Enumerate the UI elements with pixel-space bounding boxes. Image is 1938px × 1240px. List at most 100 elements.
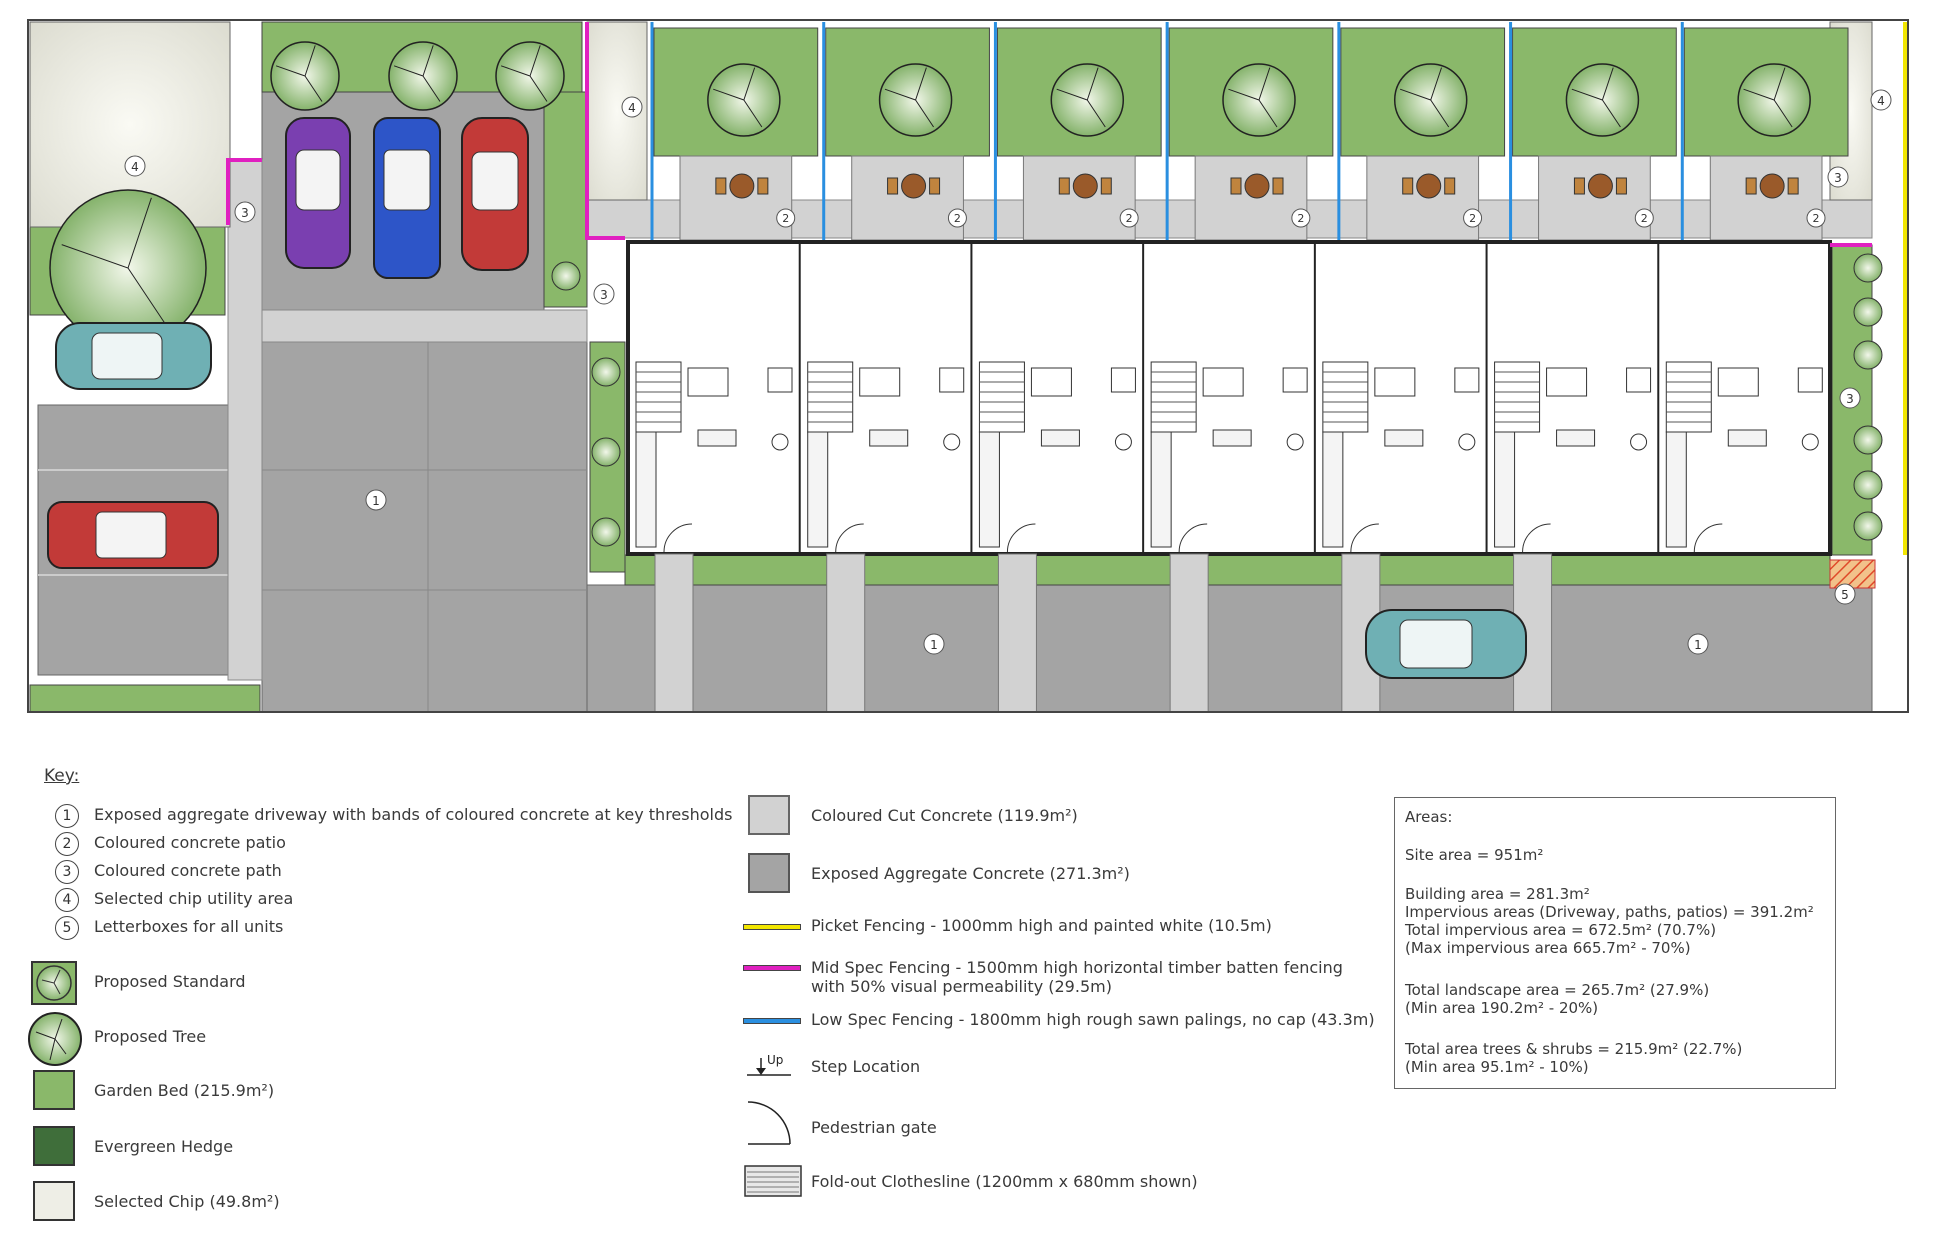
bathroom-fixture [1717, 367, 1759, 397]
key-clothesline: Fold-out Clothesline (1200mm x 680mm sho… [811, 1172, 1198, 1191]
proposed-standard-icon [591, 437, 621, 467]
patio-table-icon [1244, 173, 1270, 199]
proposed-standard-icon [551, 261, 581, 291]
key-number-4: 4 [55, 888, 79, 912]
kitchen-bench [807, 431, 829, 548]
key-item-1: Exposed aggregate driveway with bands of… [94, 805, 733, 824]
car-red-left [47, 501, 219, 569]
svg-text:1: 1 [1694, 638, 1702, 652]
proposed-tree-icon [1222, 63, 1296, 137]
picket-fence-line [743, 924, 801, 930]
svg-text:2: 2 [1126, 212, 1133, 225]
laundry-icon [767, 367, 793, 393]
plan-label-letterbox: 5 [1834, 583, 1856, 605]
min-trees-shrubs-area: (Min area 95.1m² - 10%) [1405, 1058, 1589, 1076]
low-spec-fence-line [743, 1018, 801, 1024]
bathroom-fixture [1030, 367, 1072, 397]
svg-text:2: 2 [1297, 212, 1304, 225]
plan-label-path: 3 [593, 283, 615, 305]
step-location-icon: Up [747, 1053, 791, 1076]
plan-label-patio: 2 [776, 208, 796, 228]
proposed-tree-icon [707, 63, 781, 137]
front-walkway [1169, 553, 1209, 713]
key-cut-concrete: Coloured Cut Concrete (119.9m²) [811, 806, 1078, 825]
garden-bed-swatch [33, 1070, 75, 1110]
patio-slab [1194, 155, 1308, 241]
key-garden-bed: Garden Bed (215.9m²) [94, 1081, 275, 1100]
kitchen-island [1040, 429, 1080, 447]
washer-icon [1286, 433, 1304, 451]
washer-icon [943, 433, 961, 451]
washer-icon [1458, 433, 1476, 451]
car-purple [285, 117, 351, 269]
proposed-standard-icon [1853, 253, 1883, 283]
plan-label-patio: 2 [1291, 208, 1311, 228]
svg-text:3: 3 [1846, 392, 1854, 406]
svg-text:1: 1 [372, 494, 380, 508]
washer-icon [1630, 433, 1648, 451]
evergreen-hedge-swatch [33, 1126, 75, 1166]
plan-label-patio: 2 [1119, 208, 1139, 228]
proposed-standard-icon [1853, 297, 1883, 327]
kitchen-bench [635, 431, 657, 548]
kitchen-bench [1150, 431, 1172, 548]
patio-chair-icon [1058, 177, 1070, 195]
proposed-standard-icon [1853, 470, 1883, 500]
key-mid-spec-fencing-line2: with 50% visual permeability (29.5m) [811, 977, 1112, 996]
key-number-2: 2 [55, 832, 79, 856]
svg-text:1: 1 [930, 638, 938, 652]
laundry-icon [939, 367, 965, 393]
plan-label-patio: 2 [947, 208, 967, 228]
svg-text:4: 4 [628, 101, 636, 115]
proposed-tree-icon [1393, 63, 1468, 137]
laundry-icon [1282, 367, 1308, 393]
kitchen-island [1384, 429, 1424, 447]
bathroom-fixture [1202, 367, 1244, 397]
proposed-tree-icon [388, 41, 458, 111]
kitchen-island [1727, 429, 1767, 447]
washer-icon [771, 433, 789, 451]
mid-spec-fence-line [743, 965, 801, 971]
patio-slab [1366, 155, 1480, 241]
path-vertical-left [227, 159, 263, 681]
laundry-icon [1797, 367, 1823, 393]
svg-text:3: 3 [241, 206, 249, 220]
kitchen-island [697, 429, 737, 447]
patio-chair-icon [1615, 177, 1627, 195]
plan-label-path: 3 [234, 201, 256, 223]
plan-label-path: 3 [1827, 166, 1849, 188]
car-teal-left [55, 322, 212, 390]
patio-chair-icon [1745, 177, 1757, 195]
car-blue [373, 117, 441, 279]
patio-chair-icon [929, 177, 941, 195]
patio-chair-icon [1402, 177, 1414, 195]
car-red-carport [461, 117, 529, 271]
key-number-5: 5 [55, 916, 79, 940]
plan-label-patio: 2 [1463, 208, 1483, 228]
proposed-tree-icon [1737, 63, 1811, 137]
plan-label-chip: 4 [124, 155, 146, 177]
patio-table-icon [1587, 173, 1613, 199]
patio-slab [1022, 155, 1136, 241]
laundry-icon [1110, 367, 1136, 393]
clothesline-icon [744, 1165, 802, 1197]
kitchen-bench [1665, 431, 1687, 548]
key-item-5: Letterboxes for all units [94, 917, 284, 936]
patio-slab [679, 155, 793, 241]
site-area: Site area = 951m² [1405, 846, 1544, 864]
bathroom-fixture [1374, 367, 1416, 397]
plan-label-driveway: 1 [923, 633, 945, 655]
path-horizontal [261, 309, 588, 343]
patio-chair-icon [1100, 177, 1112, 195]
proposed-tree-icon [1050, 63, 1125, 137]
patio-table-icon [1416, 173, 1442, 199]
driveway-main [261, 341, 588, 713]
patio-chair-icon [887, 177, 899, 195]
plan-label-chip: 4 [621, 96, 643, 118]
svg-text:2: 2 [782, 212, 789, 225]
bathroom-fixture [859, 367, 901, 397]
kitchen-island [1212, 429, 1252, 447]
patio-chair-icon [1230, 177, 1242, 195]
proposed-tree-icon [270, 41, 340, 111]
proposed-standard-icon [591, 517, 621, 547]
